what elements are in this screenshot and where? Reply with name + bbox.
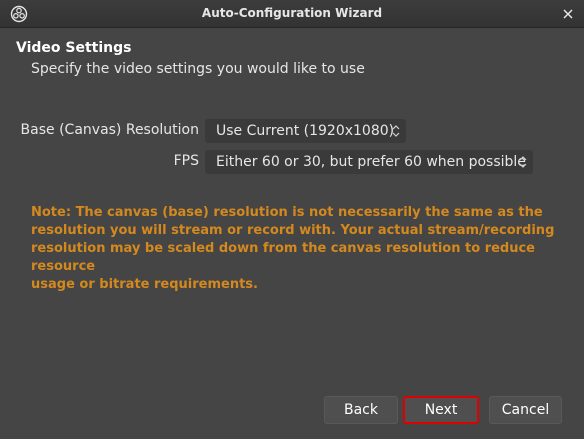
next-button[interactable]: Next (403, 396, 479, 424)
note-line: resolution may be scaled down from the c… (31, 241, 536, 274)
fps-label: FPS (173, 153, 199, 169)
window-title: Auto-Configuration Wizard (201, 6, 383, 20)
note-line: Note: The canvas (base) resolution is no… (31, 205, 543, 220)
back-button[interactable]: Back (324, 396, 398, 424)
resolution-select[interactable]: Use Current (1920x1080) (205, 119, 406, 143)
wizard-window: Auto-Configuration Wizard Video Settings… (0, 0, 584, 439)
fps-select[interactable]: Either 60 or 30, but prefer 60 when poss… (205, 150, 533, 174)
close-icon[interactable] (560, 6, 576, 22)
note-line: resolution you will stream or record wit… (31, 223, 555, 238)
note-line: usage or bitrate requirements. (31, 277, 258, 292)
page-title: Video Settings (16, 40, 132, 56)
fps-value: Either 60 or 30, but prefer 60 when poss… (216, 154, 526, 170)
resolution-label: Base (Canvas) Resolution (20, 122, 199, 138)
cancel-button[interactable]: Cancel (489, 396, 562, 424)
resolution-value: Use Current (1920x1080) (216, 123, 395, 139)
title-bar[interactable]: Auto-Configuration Wizard (0, 0, 584, 28)
updown-chevron-icon (390, 123, 402, 139)
updown-chevron-icon (517, 154, 529, 170)
page-description: Specify the video settings you would lik… (31, 61, 365, 77)
resolution-note: Note: The canvas (base) resolution is no… (31, 204, 561, 294)
